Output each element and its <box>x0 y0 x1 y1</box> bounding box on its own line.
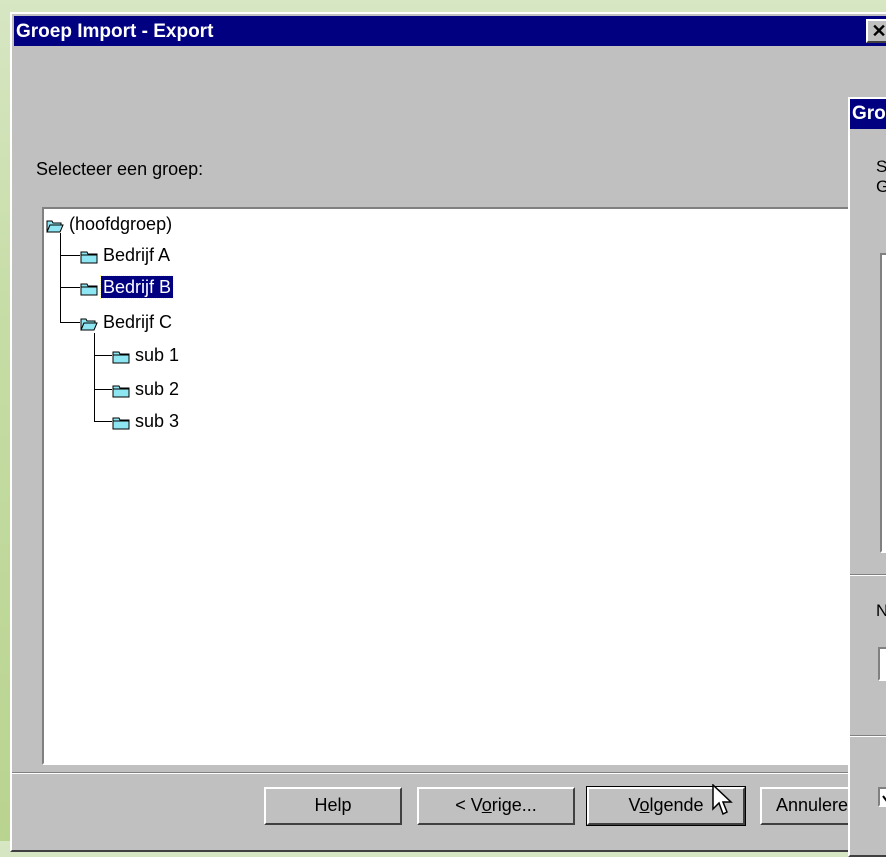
tree-node-label: Bedrijf A <box>103 245 171 265</box>
select-group-label: Selecteer een groep: <box>36 159 204 179</box>
title-bar[interactable]: Groep Import - Export ✕ <box>14 16 886 46</box>
second-dialog-title: Groep <box>852 103 886 124</box>
second-dialog-text-line: S <box>876 157 886 176</box>
tree-connector <box>60 255 80 256</box>
back-button-label-part: rige... <box>491 795 537 815</box>
separator <box>850 574 886 576</box>
tree-connector <box>94 333 95 422</box>
tree-node-bedrijf-c[interactable]: Bedrijf C <box>80 311 174 333</box>
tree-node-bedrijf-a[interactable]: Bedrijf A <box>80 244 172 266</box>
folder-closed-icon <box>112 348 130 364</box>
close-button[interactable]: ✕ <box>866 19 886 43</box>
tree-node-bedrijf-b[interactable]: Bedrijf B <box>80 275 175 299</box>
tree-node-sub-2[interactable]: sub 2 <box>112 378 181 400</box>
tree-node-label: sub 2 <box>135 379 180 399</box>
folder-open-icon <box>46 217 64 233</box>
second-dialog-list[interactable] <box>880 253 886 553</box>
next-button-label-part: V <box>628 795 640 815</box>
folder-closed-icon <box>80 248 98 264</box>
back-button[interactable]: < Vorige... <box>417 787 575 825</box>
checkmark-icon <box>882 795 886 802</box>
mouse-cursor-icon <box>712 784 733 816</box>
tree-node-label: (hoofdgroep) <box>69 214 173 234</box>
second-dialog-checkbox[interactable] <box>878 787 886 807</box>
second-dialog-input[interactable] <box>878 647 886 681</box>
next-button-hotkey: o <box>639 795 650 815</box>
next-button-label-part: lgende <box>649 795 704 815</box>
tree-connector <box>60 233 61 323</box>
second-dialog-title-bar[interactable]: Groep <box>850 99 886 129</box>
second-dialog: Groep S G N <box>848 97 886 857</box>
group-tree[interactable]: (hoofdgroep) Bedrijf A Bedrijf B Bedrijf… <box>42 207 852 765</box>
tree-connector <box>60 322 80 323</box>
cancel-button-label: Annuleren <box>776 795 859 815</box>
folder-closed-icon <box>80 280 98 296</box>
separator <box>850 735 886 737</box>
tree-node-sub-3[interactable]: sub 3 <box>112 410 181 432</box>
help-button[interactable]: Help <box>264 787 402 825</box>
second-dialog-field-label: N <box>876 601 886 620</box>
separator <box>12 772 852 774</box>
window-title: Groep Import - Export <box>16 21 214 42</box>
tree-node-label: Bedrijf B <box>99 275 175 299</box>
tree-node-sub-1[interactable]: sub 1 <box>112 344 181 366</box>
folder-closed-icon <box>112 414 130 430</box>
close-icon: ✕ <box>871 21 886 41</box>
tree-connector <box>94 421 112 422</box>
back-button-hotkey: o <box>481 795 492 815</box>
folder-closed-icon <box>112 382 130 398</box>
back-button-label-part: < V <box>455 795 482 815</box>
tree-connector <box>60 287 80 288</box>
tree-node-label: sub 3 <box>135 411 180 431</box>
second-dialog-text-line: G <box>876 177 886 196</box>
tree-node-label: Bedrijf C <box>103 312 173 332</box>
tree-connector <box>94 389 112 390</box>
help-button-label: Help <box>314 795 352 815</box>
tree-node-root[interactable]: (hoofdgroep) <box>46 213 174 235</box>
tree-node-label: sub 1 <box>135 345 180 365</box>
tree-connector <box>94 355 112 356</box>
group-import-export-dialog: Groep Import - Export ✕ Selecteer een gr… <box>10 12 886 852</box>
folder-open-icon <box>80 315 98 331</box>
